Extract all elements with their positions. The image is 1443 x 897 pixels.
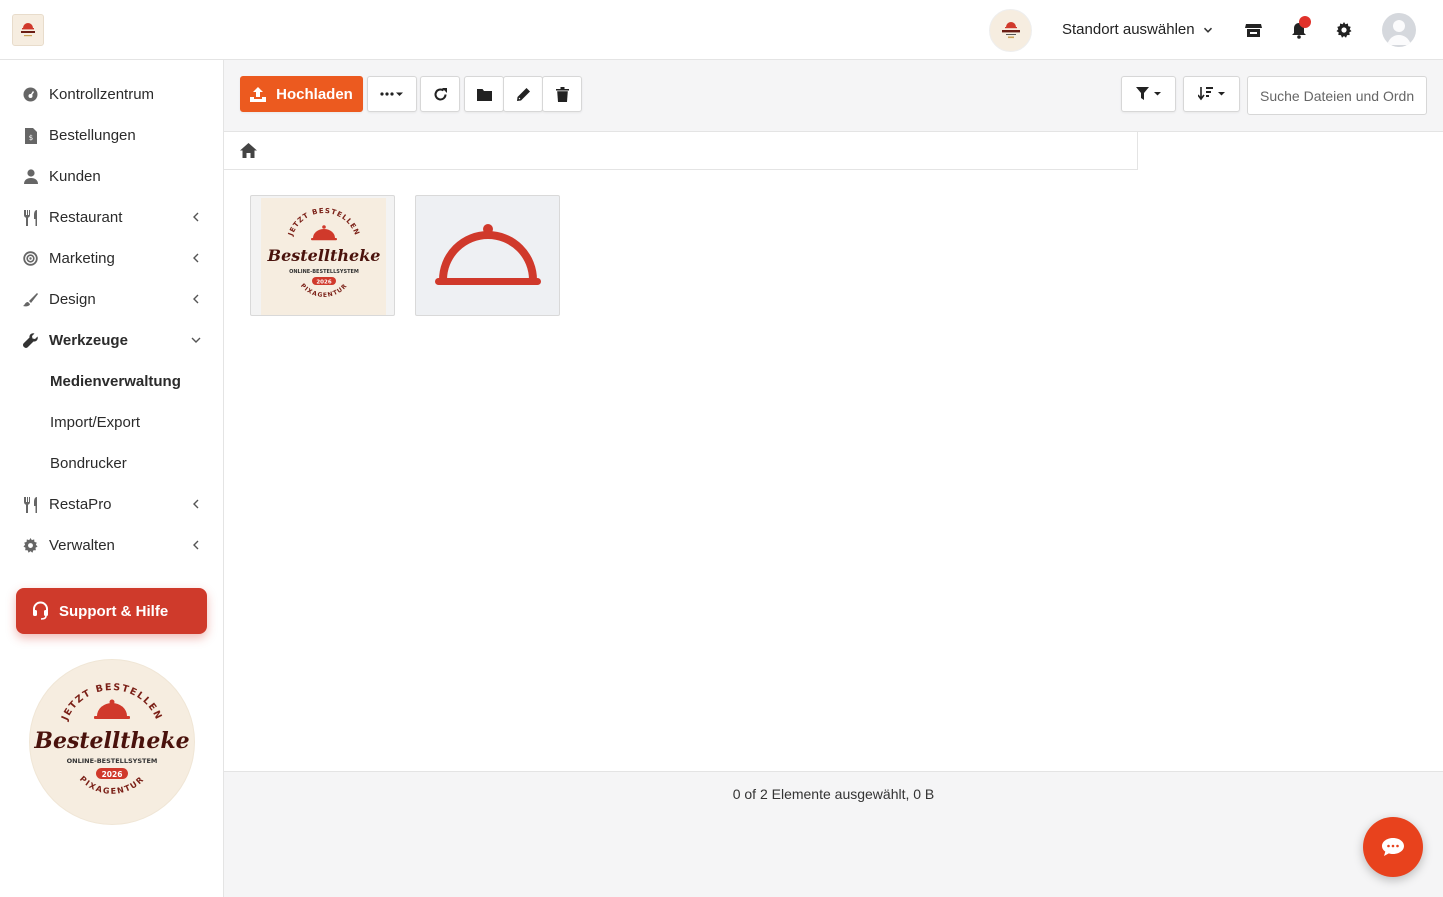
sidebar-item-kontrollzentrum[interactable]: Kontrollzentrum bbox=[0, 74, 223, 115]
sidebar-subitem-label: Bondrucker bbox=[50, 455, 127, 472]
sidebar-item-bestellungen[interactable]: $ Bestellungen bbox=[0, 115, 223, 156]
sidebar-item-label: Werkzeuge bbox=[49, 332, 128, 349]
sidebar-item-label: Kunden bbox=[49, 168, 101, 185]
thumb-name: Bestelltheke bbox=[267, 246, 381, 265]
chat-button[interactable] bbox=[1363, 817, 1423, 877]
badge-tagline: ONLINE-BESTELLSYSTEM bbox=[67, 757, 158, 765]
new-folder-button[interactable] bbox=[464, 76, 504, 112]
chevron-down-icon bbox=[1203, 25, 1213, 35]
rename-button[interactable] bbox=[503, 76, 543, 112]
sidebar-subitem-label: Import/Export bbox=[50, 414, 141, 431]
filter-button[interactable] bbox=[1121, 76, 1176, 112]
chevron-left-icon bbox=[189, 497, 203, 511]
sidebar: Kontrollzentrum $ Bestellungen Kunden Re… bbox=[0, 60, 224, 897]
file-item-cloche[interactable] bbox=[415, 195, 560, 316]
target-icon bbox=[22, 250, 39, 267]
sidebar-item-design[interactable]: Design bbox=[0, 279, 223, 320]
dashboard-icon bbox=[22, 86, 39, 103]
file-item-logo[interactable]: JETZT BESTELLEN Bestelltheke ONLINE-BEST… bbox=[250, 195, 395, 316]
sidebar-item-restapro[interactable]: RestaPro bbox=[0, 484, 223, 525]
sidebar-item-label: Design bbox=[49, 291, 96, 308]
sidebar-item-label: Verwalten bbox=[49, 537, 115, 554]
refresh-icon bbox=[433, 87, 448, 102]
location-logo[interactable] bbox=[989, 9, 1032, 52]
sidebar-subitem-label: Medienverwaltung bbox=[50, 373, 181, 390]
more-options-button[interactable] bbox=[367, 76, 417, 112]
sidebar-item-label: Kontrollzentrum bbox=[49, 86, 155, 103]
thumb-tagline: ONLINE-BESTELLSYSTEM bbox=[289, 269, 359, 275]
sidebar-subitem-bondrucker[interactable]: Bondrucker bbox=[0, 443, 223, 484]
upload-button[interactable]: Hochladen bbox=[240, 76, 363, 112]
sidebar-item-label: Bestellungen bbox=[49, 127, 136, 144]
refresh-button[interactable] bbox=[420, 76, 460, 112]
wrench-icon bbox=[22, 332, 39, 349]
top-bar: Standort auswählen bbox=[0, 0, 1443, 60]
sidebar-item-restaurant[interactable]: Restaurant bbox=[0, 197, 223, 238]
pencil-icon bbox=[516, 87, 531, 102]
chat-bubble-icon bbox=[1381, 837, 1405, 857]
utensils-icon bbox=[22, 496, 39, 513]
sidebar-item-werkzeuge[interactable]: Werkzeuge bbox=[0, 320, 223, 361]
home-icon[interactable] bbox=[240, 143, 257, 158]
chevron-left-icon bbox=[189, 292, 203, 306]
brand-logo[interactable] bbox=[12, 14, 44, 46]
gear-icon[interactable] bbox=[1334, 20, 1354, 40]
notification-badge bbox=[1299, 16, 1311, 28]
svg-text:$: $ bbox=[28, 134, 32, 142]
chevron-left-icon bbox=[189, 210, 203, 224]
thumb-year: 2026 bbox=[316, 280, 331, 286]
support-button[interactable]: Support & Hilfe bbox=[16, 588, 207, 634]
sidebar-item-label: RestaPro bbox=[49, 496, 112, 513]
gear-icon bbox=[22, 537, 39, 554]
headset-icon bbox=[31, 601, 50, 620]
location-selector[interactable]: Standort auswählen bbox=[1062, 21, 1213, 38]
receipt-icon: $ bbox=[22, 127, 39, 144]
status-bar: 0 of 2 Elemente ausgewählt, 0 B bbox=[224, 771, 1443, 897]
sort-button[interactable] bbox=[1183, 76, 1240, 112]
sort-icon bbox=[1197, 87, 1226, 101]
store-icon[interactable] bbox=[1243, 20, 1263, 40]
sidebar-item-verwalten[interactable]: Verwalten bbox=[0, 525, 223, 566]
search-input[interactable] bbox=[1247, 76, 1427, 115]
sidebar-subitem-import-export[interactable]: Import/Export bbox=[0, 402, 223, 443]
sidebar-item-kunden[interactable]: Kunden bbox=[0, 156, 223, 197]
user-icon bbox=[22, 168, 39, 185]
utensils-icon bbox=[22, 209, 39, 226]
trash-icon bbox=[555, 86, 569, 102]
user-avatar[interactable] bbox=[1382, 13, 1416, 47]
support-button-label: Support & Hilfe bbox=[59, 602, 169, 620]
chevron-left-icon bbox=[189, 538, 203, 552]
folder-icon bbox=[476, 88, 492, 101]
badge-name: Bestelltheke bbox=[33, 728, 189, 754]
brush-icon bbox=[22, 291, 39, 308]
selection-status: 0 of 2 Elemente ausgewählt, 0 B bbox=[732, 786, 935, 802]
chevron-down-icon bbox=[189, 333, 203, 347]
upload-icon bbox=[250, 86, 267, 102]
badge-year: 2026 bbox=[102, 770, 123, 779]
location-label: Standort auswählen bbox=[1062, 21, 1195, 38]
sidebar-subitem-medienverwaltung[interactable]: Medienverwaltung bbox=[0, 361, 223, 402]
file-manager-toolbar: Hochladen bbox=[224, 60, 1443, 132]
delete-button[interactable] bbox=[542, 76, 582, 112]
chevron-left-icon bbox=[189, 251, 203, 265]
brand-badge-logo: JETZT BESTELLEN Bestelltheke ONLINE-BEST… bbox=[30, 660, 194, 824]
ellipsis-icon bbox=[380, 90, 404, 98]
breadcrumb bbox=[224, 132, 1138, 170]
file-grid: JETZT BESTELLEN Bestelltheke ONLINE-BEST… bbox=[224, 170, 1138, 771]
sidebar-item-label: Marketing bbox=[49, 250, 115, 267]
filter-icon bbox=[1135, 87, 1162, 101]
sidebar-item-label: Restaurant bbox=[49, 209, 123, 226]
upload-label: Hochladen bbox=[276, 85, 353, 103]
sidebar-item-marketing[interactable]: Marketing bbox=[0, 238, 223, 279]
